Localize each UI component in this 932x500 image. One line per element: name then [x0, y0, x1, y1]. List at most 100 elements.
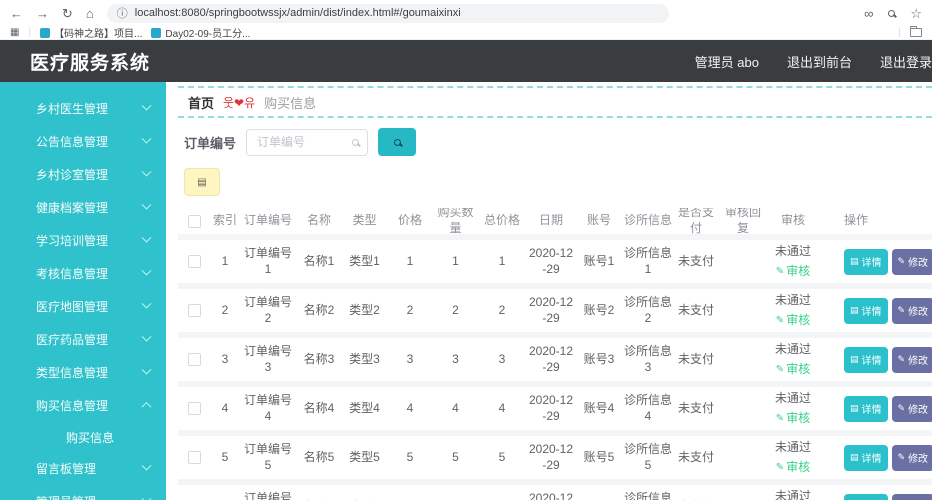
- edit-icon: ✎: [898, 256, 906, 267]
- site-info-icon[interactable]: ⓘ: [117, 5, 128, 21]
- home-icon[interactable]: ⌂: [86, 7, 94, 20]
- sidebar-item-label: 乡村医生管理: [36, 100, 108, 117]
- forward-icon[interactable]: →: [36, 7, 49, 20]
- sidebar-item-2[interactable]: 公告信息管理: [0, 125, 166, 158]
- sidebar-item-12[interactable]: 管理员管理: [0, 485, 166, 500]
- bookmark-item-2[interactable]: Day02-09-员工分...: [151, 25, 250, 40]
- review-link[interactable]: ✎ 审核: [776, 460, 810, 476]
- row-checkbox[interactable]: [188, 304, 201, 317]
- address-bar[interactable]: ⓘ localhost:8080/springbootwssjx/admin/d…: [107, 4, 669, 23]
- edit-icon: ✎: [776, 461, 784, 474]
- cell-quantity: 4: [433, 401, 478, 417]
- edit-button[interactable]: ✎ 修改: [892, 396, 932, 422]
- edit-icon: ✎: [898, 354, 906, 365]
- other-bookmarks-folder-icon[interactable]: [910, 28, 922, 37]
- cell-account: 账号1: [576, 254, 622, 270]
- review-status: 未通过: [775, 293, 811, 309]
- chevron-down-icon: [142, 266, 152, 276]
- search-button[interactable]: [378, 128, 416, 156]
- cell-price: 2: [387, 303, 433, 319]
- sidebar-item-8[interactable]: 医疗药品管理: [0, 323, 166, 356]
- detail-icon: ▤: [850, 452, 859, 463]
- review-link-label: 审核: [786, 362, 810, 378]
- sidebar-subitem[interactable]: 购买信息: [0, 422, 166, 452]
- edit-button[interactable]: ✎ 修改: [892, 249, 932, 275]
- table-row: 2 订单编号2 名称2 类型2 2 2 2 2020-12-29 账号2 诊所信…: [178, 289, 932, 332]
- sidebar-item-4[interactable]: 健康档案管理: [0, 191, 166, 224]
- bookmark-star-icon[interactable]: ☆: [910, 7, 922, 20]
- sidebar-item-11[interactable]: 留言板管理: [0, 452, 166, 485]
- chevron-down-icon: [142, 494, 152, 500]
- review-link[interactable]: ✎ 审核: [776, 264, 810, 280]
- edit-icon: ✎: [776, 265, 784, 278]
- sidebar-item-7[interactable]: 医疗地图管理: [0, 290, 166, 323]
- cell-price: 1: [387, 254, 433, 270]
- sidebar-item-label: 类型信息管理: [36, 364, 108, 381]
- review-link[interactable]: ✎ 审核: [776, 313, 810, 329]
- cell-index: 1: [210, 254, 240, 270]
- breadcrumb-current: 购买信息: [264, 93, 316, 112]
- order-number-input[interactable]: [246, 129, 368, 156]
- review-link[interactable]: ✎ 审核: [776, 362, 810, 378]
- edit-icon: ✎: [776, 363, 784, 376]
- sidebar-item-1[interactable]: 乡村医生管理: [0, 92, 166, 125]
- detail-button[interactable]: ▤ 详情: [844, 396, 888, 422]
- breadcrumb-home[interactable]: 首页: [188, 93, 214, 112]
- cell-total: 2: [478, 303, 526, 319]
- cell-price: 4: [387, 401, 433, 417]
- detail-button[interactable]: ▤ 详情: [844, 298, 888, 324]
- row-checkbox[interactable]: [188, 402, 201, 415]
- row-checkbox[interactable]: [188, 451, 201, 464]
- chevron-down-icon: [142, 101, 152, 111]
- cell-clinic: 诊所信息2: [622, 295, 674, 326]
- edit-button[interactable]: ✎ 修改: [892, 494, 932, 500]
- table-row: 3 订单编号3 名称3 类型3 3 3 3 2020-12-29 账号3 诊所信…: [178, 338, 932, 381]
- search-icon: [394, 139, 401, 146]
- cell-actions: ▤ 详情 ✎ 修改: [818, 396, 932, 422]
- review-link[interactable]: ✎ 审核: [776, 411, 810, 427]
- select-all-checkbox[interactable]: [188, 215, 201, 228]
- breadcrumb: 首页 웃❤유 购买信息: [178, 86, 932, 118]
- cell-type: 类型2: [342, 303, 387, 319]
- admin-user-label[interactable]: 管理员 abo: [695, 52, 759, 71]
- logout-link[interactable]: 退出登录: [880, 52, 932, 71]
- sidebar-item-5[interactable]: 学习培训管理: [0, 224, 166, 257]
- column-header: 类型: [342, 213, 387, 229]
- app-header: 医疗服务系统 管理员 abo 退出到前台 退出登录: [0, 40, 932, 82]
- browser-toolbar: ← → ↻ ⌂ ⓘ localhost:8080/springbootwssjx…: [0, 0, 932, 26]
- sidebar-item-label: 留言板管理: [36, 460, 96, 477]
- glasses-extension-icon[interactable]: ∞: [864, 7, 873, 20]
- sidebar-item-6[interactable]: 考核信息管理: [0, 257, 166, 290]
- detail-button-label: 详情: [862, 303, 882, 318]
- exit-to-front-link[interactable]: 退出到前台: [787, 52, 852, 71]
- sidebar-item-9[interactable]: 类型信息管理: [0, 356, 166, 389]
- detail-icon: ▤: [850, 305, 859, 316]
- edit-button[interactable]: ✎ 修改: [892, 347, 932, 373]
- apps-grid-icon[interactable]: ▦: [10, 27, 19, 38]
- table-body: 1 订单编号1 名称1 类型1 1 1 1 2020-12-29 账号1 诊所信…: [178, 240, 932, 500]
- edit-button[interactable]: ✎ 修改: [892, 445, 932, 471]
- cell-review: 未通过 ✎ 审核: [768, 440, 818, 475]
- back-icon[interactable]: ←: [10, 7, 23, 20]
- search-label: 订单编号: [184, 133, 236, 152]
- detail-button[interactable]: ▤ 详情: [844, 249, 888, 275]
- sidebar-item-3[interactable]: 乡村诊室管理: [0, 158, 166, 191]
- row-checkbox[interactable]: [188, 353, 201, 366]
- cell-date: 2020-12-29: [526, 295, 576, 326]
- edit-button[interactable]: ✎ 修改: [892, 298, 932, 324]
- sidebar-item-10[interactable]: 购买信息管理: [0, 389, 166, 422]
- detail-button[interactable]: ▤ 详情: [844, 445, 888, 471]
- cell-date: 2020-12-29: [526, 246, 576, 277]
- add-report-button[interactable]: ▤: [184, 168, 220, 196]
- row-checkbox[interactable]: [188, 255, 201, 268]
- divider: |: [28, 27, 31, 38]
- reload-icon[interactable]: ↻: [62, 7, 73, 20]
- cell-clinic: 诊所信息1: [622, 246, 674, 277]
- detail-button[interactable]: ▤ 详情: [844, 347, 888, 373]
- edit-button-label: 修改: [908, 401, 928, 416]
- column-header: 日期: [526, 213, 576, 229]
- cell-clinic: 诊所信息4: [622, 393, 674, 424]
- zoom-search-icon[interactable]: [888, 10, 895, 17]
- detail-button[interactable]: ▤ 详情: [844, 494, 888, 500]
- bookmark-item-1[interactable]: 【码神之路】项目...: [40, 25, 142, 40]
